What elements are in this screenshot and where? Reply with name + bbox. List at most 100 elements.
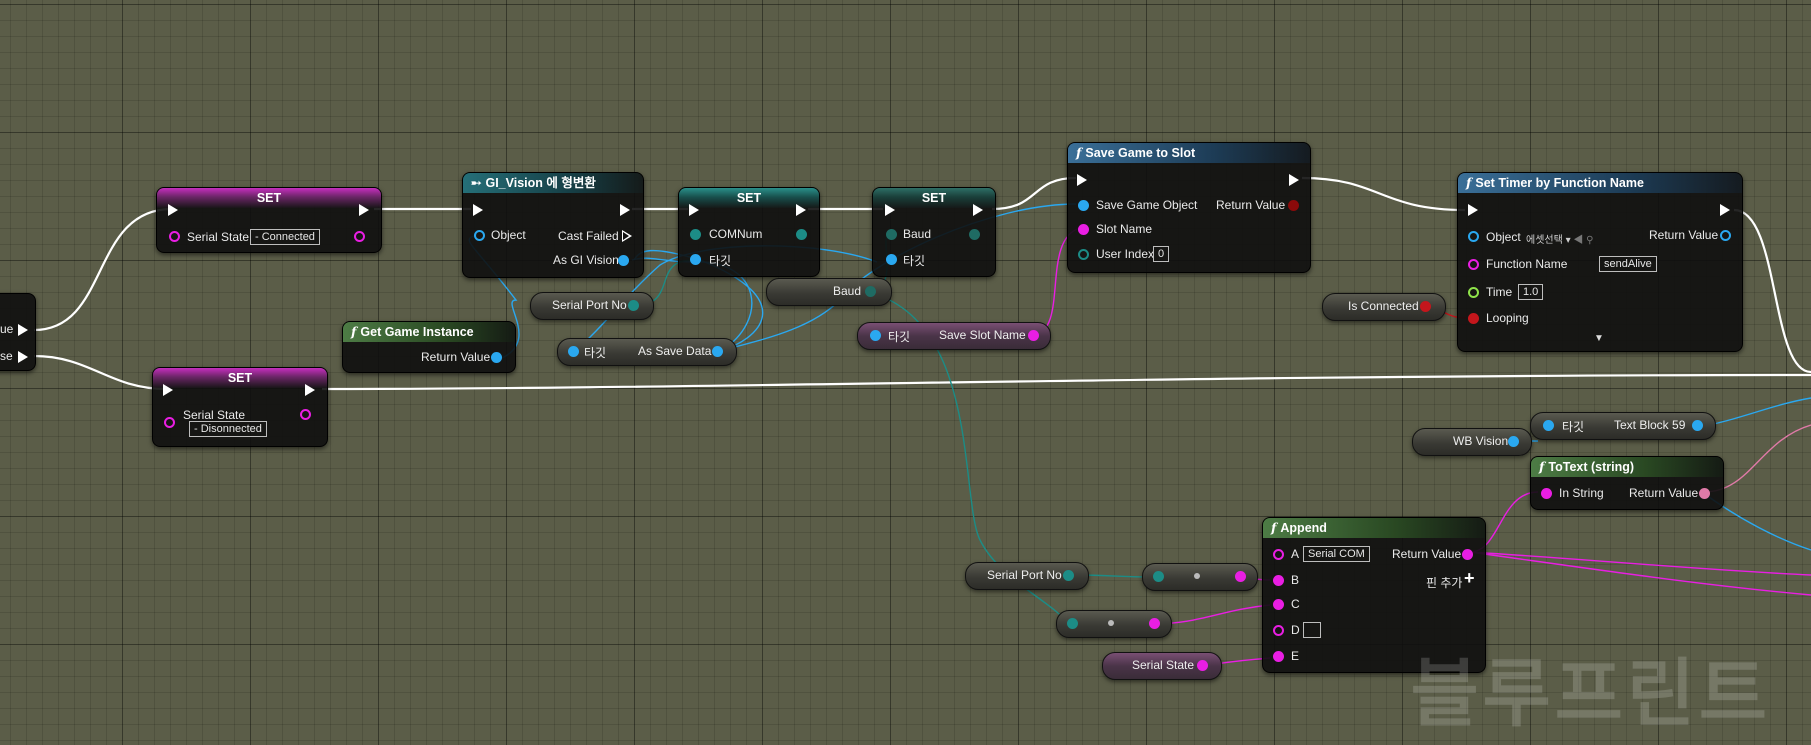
conversion-output-pin[interactable] [1235, 571, 1246, 582]
wb-vision-variable[interactable]: WB Vision [1412, 428, 1532, 456]
set-serial-state-connected-node[interactable]: SET Serial State - Connected [156, 187, 382, 253]
save-game-to-slot-node[interactable]: f Save Game to Slot Save Game Object Retu… [1067, 142, 1311, 273]
int-to-string-conversion-node-2[interactable] [1056, 610, 1172, 638]
pin-a[interactable] [1273, 549, 1284, 560]
return-value-pin[interactable] [1699, 488, 1710, 499]
user-index-value[interactable]: 0 [1153, 246, 1170, 262]
arrow-left-icon[interactable]: ◀ [1571, 235, 1583, 246]
target-input-pin[interactable] [870, 330, 881, 341]
exec-out-pin[interactable] [796, 204, 806, 216]
text-block-59-variable[interactable]: 타깃 Text Block 59 [1530, 412, 1716, 440]
search-icon[interactable]: ⚲ [1583, 235, 1593, 246]
variable-output-pin[interactable] [865, 286, 876, 297]
serial-state-value[interactable]: - Connected [250, 229, 320, 245]
variable-output-pin[interactable] [1063, 570, 1074, 581]
exec-out-pin[interactable] [620, 204, 630, 216]
int-to-string-conversion-node[interactable] [1142, 563, 1258, 591]
totext-string-node[interactable]: f ToText (string) In String Return Value [1530, 456, 1724, 510]
save-game-object-pin[interactable] [1078, 200, 1089, 211]
serial-state-variable[interactable]: Serial State [1102, 652, 1222, 680]
exec-in-pin[interactable] [689, 204, 699, 216]
return-value-pin[interactable] [1462, 549, 1473, 560]
variable-output-pin[interactable] [1197, 660, 1208, 671]
conversion-input-pin[interactable] [1153, 571, 1164, 582]
branch-false-exec-pin[interactable] [18, 351, 28, 363]
conversion-output-pin[interactable] [1149, 618, 1160, 629]
expand-arrow-icon[interactable]: ▼ [1594, 333, 1604, 344]
set-baud-node[interactable]: SET Baud 타깃 [872, 187, 996, 277]
cast-failed-exec-pin[interactable] [622, 230, 632, 242]
add-pin-label[interactable]: 핀 추가 [1426, 574, 1462, 591]
set-serial-state-disconnected-node[interactable]: SET Serial State - Disonnected [152, 367, 328, 447]
variable-output-pin[interactable] [1692, 420, 1703, 431]
in-string-pin[interactable] [1541, 488, 1552, 499]
baud-output-pin[interactable] [969, 229, 980, 240]
exec-in-pin[interactable] [163, 384, 173, 396]
serial-state-input-pin[interactable] [169, 231, 180, 242]
exec-out-pin[interactable] [359, 204, 369, 216]
add-pin-plus-icon[interactable]: + [1464, 568, 1475, 589]
variable-output-pin[interactable] [712, 346, 723, 357]
branch-node[interactable]: ue se [0, 293, 36, 371]
target-input-pin[interactable] [1543, 420, 1554, 431]
time-pin[interactable] [1468, 287, 1479, 298]
pin-d-value[interactable] [1303, 622, 1321, 638]
target-input-pin[interactable] [568, 346, 579, 357]
baud-input-pin[interactable] [886, 229, 897, 240]
function-name-pin[interactable] [1468, 259, 1479, 270]
slot-name-pin[interactable] [1078, 224, 1089, 235]
variable-output-pin[interactable] [1508, 436, 1519, 447]
return-value-pin[interactable] [491, 352, 502, 363]
pin-c[interactable] [1273, 599, 1284, 610]
serial-state-output-pin[interactable] [354, 231, 365, 242]
serial-state-value[interactable]: - Disonnected [189, 421, 267, 437]
pin-e[interactable] [1273, 651, 1284, 662]
object-pin[interactable] [1468, 231, 1479, 242]
asset-select-dropdown[interactable]: 에셋선택 ▾ ◀ ⚲ [1526, 231, 1594, 246]
variable-output-pin[interactable] [628, 300, 639, 311]
exec-in-pin[interactable] [1468, 204, 1478, 216]
function-name-value[interactable]: sendAlive [1599, 256, 1657, 272]
object-input-pin[interactable] [474, 230, 485, 241]
branch-true-exec-pin[interactable] [18, 324, 28, 336]
serial-state-input-pin[interactable] [164, 417, 175, 428]
looping-label: Looping [1486, 311, 1529, 325]
as-gi-vision-pin[interactable] [618, 255, 629, 266]
pin-b[interactable] [1273, 575, 1284, 586]
conversion-input-pin[interactable] [1067, 618, 1078, 629]
looping-pin[interactable] [1468, 313, 1479, 324]
exec-out-pin[interactable] [305, 384, 315, 396]
serial-port-no-variable[interactable]: Serial Port No [530, 292, 654, 320]
return-value-pin[interactable] [1288, 200, 1299, 211]
pin-d[interactable] [1273, 625, 1284, 636]
exec-out-pin[interactable] [1289, 174, 1299, 186]
exec-in-pin[interactable] [168, 204, 178, 216]
is-connected-variable[interactable]: Is Connected [1322, 293, 1446, 321]
exec-in-pin[interactable] [473, 204, 483, 216]
blueprint-watermark: 블루프린트 [1410, 652, 1771, 735]
baud-variable[interactable]: Baud [766, 278, 892, 306]
set-comnum-node[interactable]: SET COMNum 타깃 [678, 187, 820, 277]
pin-a-value[interactable]: Serial COM [1303, 546, 1370, 562]
exec-in-pin[interactable] [885, 204, 895, 216]
serial-state-output-pin[interactable] [300, 409, 311, 420]
node-title: f Save Game to Slot [1068, 143, 1310, 163]
variable-output-pin[interactable] [1028, 330, 1039, 341]
time-value[interactable]: 1.0 [1518, 284, 1544, 300]
comnum-output-pin[interactable] [796, 229, 807, 240]
user-index-pin[interactable] [1078, 249, 1089, 260]
comnum-input-pin[interactable] [690, 229, 701, 240]
exec-in-pin[interactable] [1077, 174, 1087, 186]
get-game-instance-node[interactable]: f Get Game Instance Return Value [342, 321, 516, 373]
exec-out-pin[interactable] [973, 204, 983, 216]
cast-to-gi-vision-node[interactable]: ➸ GI_Vision 에 형변환 Object Cast Failed As G… [462, 172, 644, 278]
set-timer-by-function-name-node[interactable]: f Set Timer by Function Name Object 에셋선택 … [1457, 172, 1743, 352]
save-slot-name-variable[interactable]: 타깃 Save Slot Name [857, 322, 1051, 350]
target-input-pin[interactable] [886, 254, 897, 265]
serial-port-no-variable-2[interactable]: Serial Port No [965, 562, 1089, 590]
as-save-data-variable[interactable]: 타깃 As Save Data [557, 338, 737, 366]
return-value-pin[interactable] [1720, 230, 1731, 241]
variable-output-pin[interactable] [1420, 301, 1431, 312]
target-input-pin[interactable] [690, 254, 701, 265]
exec-out-pin[interactable] [1720, 204, 1730, 216]
